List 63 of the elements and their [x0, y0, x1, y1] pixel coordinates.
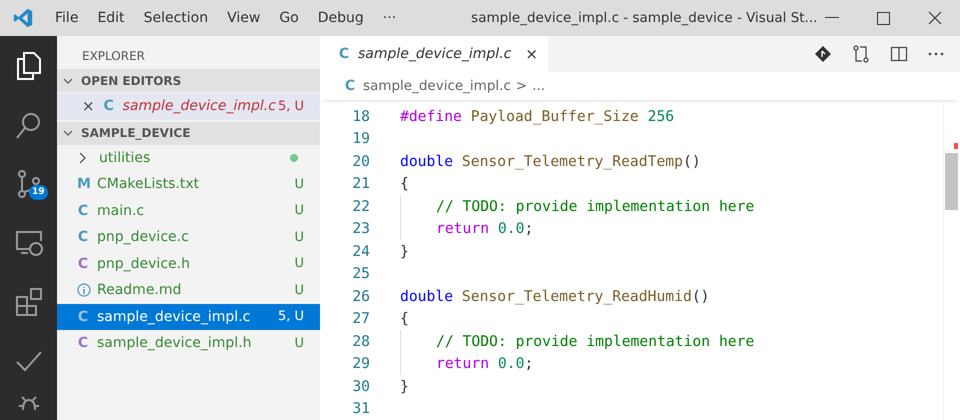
editor-tab[interactable]: C sample_device_impl.c ×	[320, 36, 548, 72]
code-line: {	[400, 310, 409, 328]
menu-item[interactable]: Debug	[318, 10, 364, 26]
open-editor-item[interactable]: × C sample_device_impl.c 5, U	[57, 93, 320, 120]
more-icon[interactable]	[928, 52, 944, 56]
explorer-tree-row[interactable]: M CMakeLists.txt U	[57, 171, 320, 198]
code-line: return 0.0;	[436, 355, 534, 372]
code-line: double Sensor_Telemetry_ReadHumid()	[400, 288, 710, 305]
folder-tree-row[interactable]: utilities	[57, 144, 320, 171]
explorer-tree-row[interactable]: C sample_device_impl.h U	[57, 330, 320, 356]
line-number: 31	[351, 400, 370, 418]
menu-item[interactable]: File	[55, 10, 78, 26]
menu-item[interactable]: Edit	[97, 10, 125, 26]
section-header[interactable]: OPEN EDITORS	[57, 69, 320, 92]
close-icon[interactable]	[928, 11, 942, 25]
extensions-icon[interactable]	[14, 286, 42, 316]
line-number: 24	[351, 242, 370, 260]
line-number: 28	[351, 332, 370, 350]
info-icon	[77, 283, 91, 298]
breadcrumb-item[interactable]: sample_device_impl.c	[363, 78, 511, 94]
line-number: 21	[351, 175, 370, 192]
scrollbar[interactable]	[943, 100, 958, 420]
notification-badge: 19	[29, 185, 48, 200]
minimize-icon[interactable]	[825, 17, 839, 19]
menu-item[interactable]: View	[227, 10, 260, 26]
code-line: {	[400, 175, 409, 192]
line-number: 23	[351, 220, 370, 238]
code-line: return 0.0;	[436, 220, 534, 238]
files-icon[interactable]	[14, 50, 42, 80]
explorer-tree-row[interactable]: C main.c U	[57, 198, 320, 224]
maximize-icon[interactable]	[877, 12, 890, 24]
explorer-tree-row[interactable]: C pnp_device.c U	[57, 224, 320, 250]
window-title: sample_device_impl.c - sample_device - Visual St...	[471, 10, 818, 26]
code-line: // TODO: provide implementation here	[436, 332, 754, 350]
c-file-icon: C	[344, 78, 356, 94]
breadcrumb-item[interactable]: ...	[532, 78, 546, 94]
menu-item[interactable]: ···	[382, 10, 396, 26]
code-line: #define Payload_Buffer_Size 256	[400, 108, 674, 125]
compare-changes-icon[interactable]	[852, 45, 870, 63]
line-number: 25	[351, 265, 370, 282]
line-number: 30	[351, 378, 370, 395]
explorer-tree-row[interactable]: Readme.md U	[57, 277, 320, 304]
line-number: 22	[351, 198, 370, 215]
breadcrumb-separator: >	[516, 78, 528, 94]
code-line: double Sensor_Telemetry_ReadTemp()	[400, 152, 701, 170]
explorer-tree-row[interactable]: C pnp_device.h U	[57, 250, 320, 277]
code-line: }	[400, 378, 409, 395]
split-editor-icon[interactable]	[890, 45, 908, 63]
line-number: 26	[351, 288, 370, 305]
sidebar-title: EXPLORER	[81, 48, 146, 65]
line-number: 29	[351, 355, 370, 372]
code-line: }	[400, 242, 409, 260]
app-logo-icon	[12, 7, 34, 29]
section-header[interactable]: SAMPLE_DEVICE	[57, 122, 320, 144]
line-number: 20	[351, 152, 370, 170]
diamond-icon[interactable]	[814, 45, 832, 63]
explorer-tree-row[interactable]: C sample_device_impl.c 5, U	[57, 304, 320, 330]
line-number: 18	[351, 108, 370, 125]
menu-item[interactable]: Go	[279, 10, 299, 26]
menu-item[interactable]: Selection	[144, 10, 208, 26]
code-line: // TODO: provide implementation here	[436, 198, 754, 215]
line-number: 27	[351, 310, 370, 328]
line-number: 19	[351, 130, 370, 148]
